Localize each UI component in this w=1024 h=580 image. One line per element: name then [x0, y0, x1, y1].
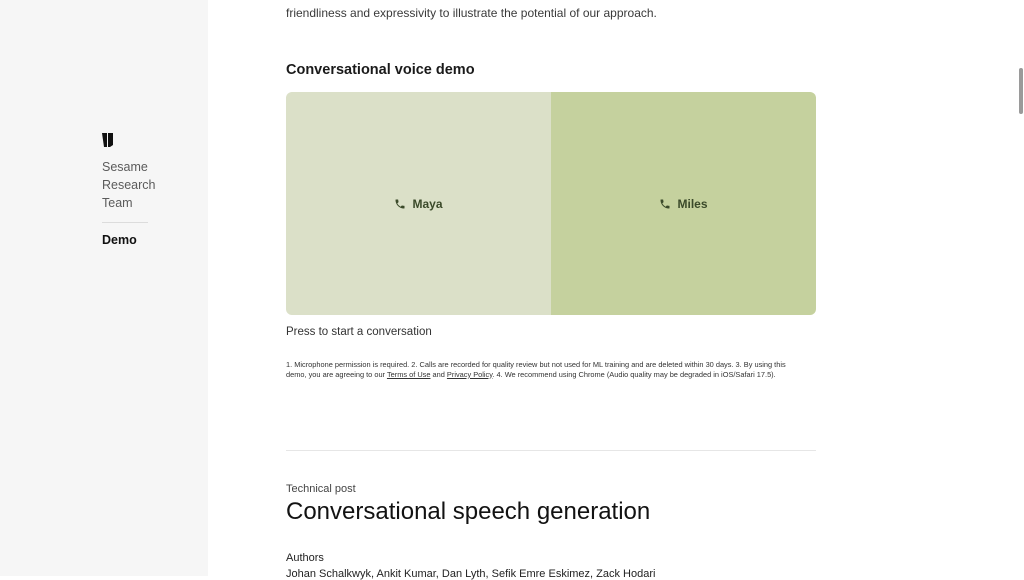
disclaimer-post: . 4. We recommend using Chrome (Audio qu…	[492, 369, 776, 379]
phone-icon	[395, 199, 405, 208]
call-miles-label: Miles	[659, 196, 708, 211]
authors-list: Johan Schalkwyk, Ankit Kumar, Dan Lyth, …	[286, 568, 656, 580]
sidebar-item-research[interactable]: Research	[102, 178, 156, 192]
phone-icon	[660, 199, 670, 208]
sidebar-item-sesame[interactable]: Sesame	[102, 160, 148, 174]
section-divider	[286, 450, 816, 451]
call-maya-button[interactable]: Maya	[286, 92, 551, 315]
voice-name-maya: Maya	[412, 196, 443, 211]
call-miles-button[interactable]: Miles	[551, 92, 816, 315]
start-conversation-prompt: Press to start a conversation	[286, 326, 432, 338]
page-scrollbar[interactable]	[1019, 68, 1023, 114]
demo-heading: Conversational voice demo	[286, 62, 475, 78]
sesame-logo-icon[interactable]	[102, 133, 114, 147]
voice-name-miles: Miles	[677, 196, 708, 211]
sidebar-item-team[interactable]: Team	[102, 196, 133, 210]
sidebar: Sesame Research Team Demo	[0, 0, 208, 576]
privacy-policy-link[interactable]: Privacy Policy	[447, 370, 492, 379]
call-maya-label: Maya	[394, 196, 443, 211]
sidebar-item-demo[interactable]: Demo	[102, 233, 137, 247]
post-title: Conversational speech generation	[286, 498, 651, 525]
intro-paragraph: friendliness and expressivity to illustr…	[286, 0, 816, 22]
disclaimer: 1. Microphone permission is required. 2.…	[286, 360, 806, 379]
disclaimer-and: and	[430, 369, 447, 379]
terms-of-use-link[interactable]: Terms of Use	[387, 370, 431, 379]
sidebar-divider	[102, 222, 148, 223]
authors-heading: Authors	[286, 552, 324, 564]
post-kicker: Technical post	[286, 483, 356, 495]
intro-text: friendliness and expressivity to illustr…	[286, 6, 657, 20]
